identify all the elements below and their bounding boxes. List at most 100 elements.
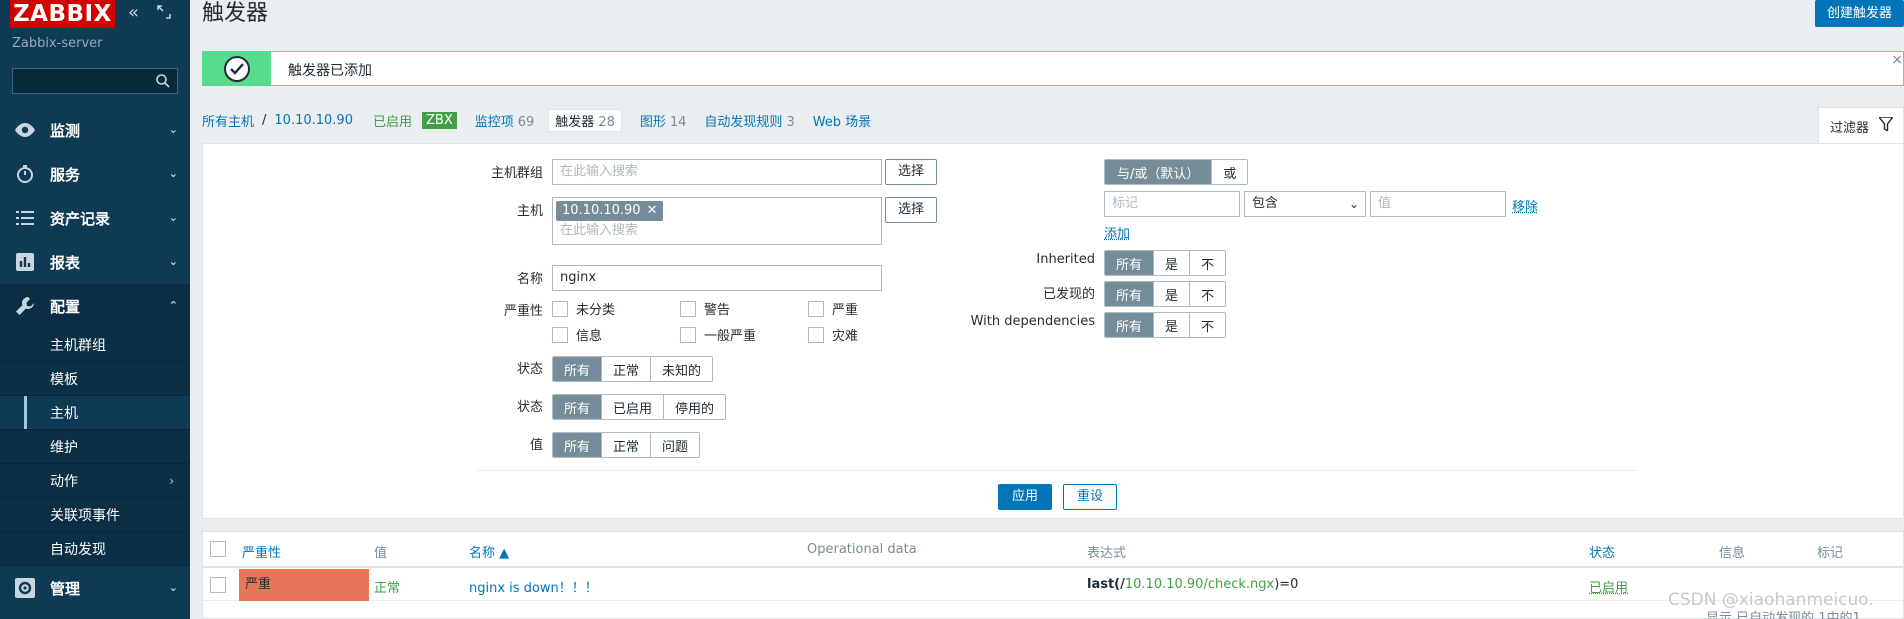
inherited-yes-option[interactable]: 是 [1154, 251, 1190, 275]
select-all-checkbox[interactable] [210, 541, 226, 557]
status-enabled-option[interactable]: 已启用 [602, 395, 664, 419]
sidebar-search-input[interactable] [12, 68, 178, 94]
menu-label: 服务 [50, 164, 80, 185]
host-select-button[interactable]: 选择 [885, 197, 937, 223]
search-icon[interactable] [155, 73, 171, 89]
apply-button[interactable]: 应用 [998, 484, 1052, 510]
severity-average-checkbox[interactable]: 一般严重 [680, 325, 756, 344]
value-ok-option[interactable]: 正常 [602, 433, 651, 457]
filter-icon [1879, 117, 1893, 135]
collapse-sidebar-icon[interactable]: « [128, 4, 139, 22]
dependencies-yes-option[interactable]: 是 [1154, 313, 1190, 337]
menu-administration[interactable]: 管理 ⌄ [0, 566, 190, 610]
chevron-down-icon: ⌄ [169, 123, 178, 136]
create-trigger-button[interactable]: 创建触发器 [1815, 0, 1904, 27]
dependencies-all-option[interactable]: 所有 [1105, 313, 1154, 337]
breadcrumb-host[interactable]: 10.10.10.90 [274, 113, 353, 128]
inherited-all-option[interactable]: 所有 [1105, 251, 1154, 275]
breadcrumb-all-hosts[interactable]: 所有主机 [202, 111, 254, 130]
status-disabled-option[interactable]: 停用的 [664, 395, 725, 419]
value-problem-option[interactable]: 问题 [651, 433, 699, 457]
submenu-discovery[interactable]: 自动发现 [0, 532, 190, 566]
submenu-event-correlation[interactable]: 关联项事件 [0, 498, 190, 532]
submenu-templates[interactable]: 模板 [0, 362, 190, 396]
expression-item-link[interactable]: 10.10.10.90/check.ngx [1125, 577, 1274, 592]
discovered-no-option[interactable]: 不 [1190, 282, 1225, 306]
tag-value-input[interactable]: 值 [1370, 191, 1506, 217]
dependencies-no-option[interactable]: 不 [1190, 313, 1225, 337]
tab-graphs[interactable]: 图形 14 [640, 111, 687, 130]
status-all-option[interactable]: 所有 [553, 395, 602, 419]
tag-operator-select[interactable]: 包含 ⌄ [1244, 191, 1366, 217]
col-info: 信息 [1719, 542, 1745, 561]
checkbox-box[interactable] [808, 327, 824, 343]
col-name[interactable]: 名称 ▲ [469, 542, 509, 561]
discovered-all-option[interactable]: 所有 [1105, 282, 1154, 306]
state-all-option[interactable]: 所有 [553, 357, 602, 381]
col-operational-data: Operational data [807, 542, 917, 557]
tag-name-input[interactable]: 标记 [1104, 191, 1240, 217]
trigger-name-link[interactable]: nginx is down！！！ [469, 577, 598, 596]
tab-web-scenarios[interactable]: Web 场景 [813, 111, 871, 130]
status-label: 状态 [473, 396, 543, 415]
close-icon[interactable]: × [1891, 52, 1903, 68]
submenu-maintenance[interactable]: 维护 [0, 430, 190, 464]
zabbix-logo[interactable]: ZABBIX [10, 0, 115, 28]
host-status-enabled[interactable]: 已启用 [373, 111, 412, 130]
gear-icon [14, 577, 36, 599]
col-severity[interactable]: 严重性 [242, 542, 281, 561]
submenu-host-groups[interactable]: 主机群组 [0, 328, 190, 362]
watermark: CSDN @xiaohanmeicuo. [1668, 590, 1874, 610]
tab-discovery-rules[interactable]: 自动发现规则 3 [704, 111, 794, 130]
menu-monitoring[interactable]: 监测 ⌄ [0, 108, 190, 152]
menu-services[interactable]: 服务 ⌄ [0, 152, 190, 196]
severity-high-checkbox[interactable]: 严重 [808, 299, 858, 318]
severity-warning-checkbox[interactable]: 警告 [680, 299, 730, 318]
severity-not-classified-checkbox[interactable]: 未分类 [552, 299, 615, 318]
triggers-table: 严重性 值 名称 ▲ Operational data 表达式 状态 信息 标记… [202, 531, 1904, 619]
checkbox-box[interactable] [552, 327, 568, 343]
checkbox-box[interactable] [552, 301, 568, 317]
row-checkbox[interactable] [210, 577, 226, 593]
host-group-input[interactable]: 在此输入搜索 [552, 159, 882, 185]
host-tag[interactable]: 10.10.10.90 ✕ [556, 201, 663, 221]
configuration-submenu: 主机群组 模板 主机 维护 动作 › 关联项事件 自动发现 [0, 328, 190, 566]
remove-icon[interactable]: ✕ [647, 203, 658, 218]
tag-remove-link[interactable]: 移除 [1512, 196, 1538, 215]
severity-disaster-checkbox[interactable]: 灾难 [808, 325, 858, 344]
placeholder: 标记 [1112, 196, 1138, 211]
table-row: 严重 正常 nginx is down！！！ last(/10.10.10.90… [203, 569, 1903, 601]
tags-or-option[interactable]: 或 [1212, 160, 1247, 184]
checkbox-box[interactable] [680, 301, 696, 317]
discovered-yes-option[interactable]: 是 [1154, 282, 1190, 306]
submenu-hosts[interactable]: 主机 [0, 396, 190, 430]
host-group-select-button[interactable]: 选择 [885, 159, 937, 185]
name-input[interactable]: nginx [552, 265, 882, 291]
placeholder: 在此输入搜索 [560, 219, 638, 243]
checkbox-box[interactable] [808, 301, 824, 317]
checkbox-box[interactable] [680, 327, 696, 343]
menu-inventory[interactable]: 资产记录 ⌄ [0, 196, 190, 240]
submenu-actions[interactable]: 动作 › [0, 464, 190, 498]
tab-triggers[interactable]: 触发器 28 [548, 109, 622, 132]
inherited-no-option[interactable]: 不 [1190, 251, 1225, 275]
value-all-option[interactable]: 所有 [553, 433, 602, 457]
state-unknown-option[interactable]: 未知的 [651, 357, 712, 381]
state-normal-option[interactable]: 正常 [602, 357, 651, 381]
filter-tab-label: 过滤器 [1830, 117, 1869, 136]
tags-and-or-option[interactable]: 与/或（默认） [1105, 160, 1212, 184]
filter-tab[interactable]: 过滤器 [1818, 107, 1904, 144]
tab-items[interactable]: 监控项 69 [475, 111, 535, 130]
severity-information-checkbox[interactable]: 信息 [552, 325, 602, 344]
status-toggle[interactable]: 已启用 [1589, 577, 1628, 596]
menu-reports[interactable]: 报表 ⌄ [0, 240, 190, 284]
main-menu: 监测 ⌄ 服务 ⌄ 资产记录 ⌄ 报表 ⌄ 配置 ⌃ 主机群组 模板 主机 维护 [0, 108, 190, 610]
reset-button[interactable]: 重设 [1063, 484, 1117, 510]
filter-divider [477, 470, 1637, 471]
menu-configuration[interactable]: 配置 ⌃ [0, 284, 190, 328]
col-status[interactable]: 状态 [1589, 542, 1615, 561]
kiosk-mode-icon[interactable] [156, 4, 172, 24]
chevron-down-icon: ⌄ [1349, 192, 1359, 216]
tag-add-link[interactable]: 添加 [1104, 223, 1130, 242]
menu-label: 监测 [50, 120, 80, 141]
